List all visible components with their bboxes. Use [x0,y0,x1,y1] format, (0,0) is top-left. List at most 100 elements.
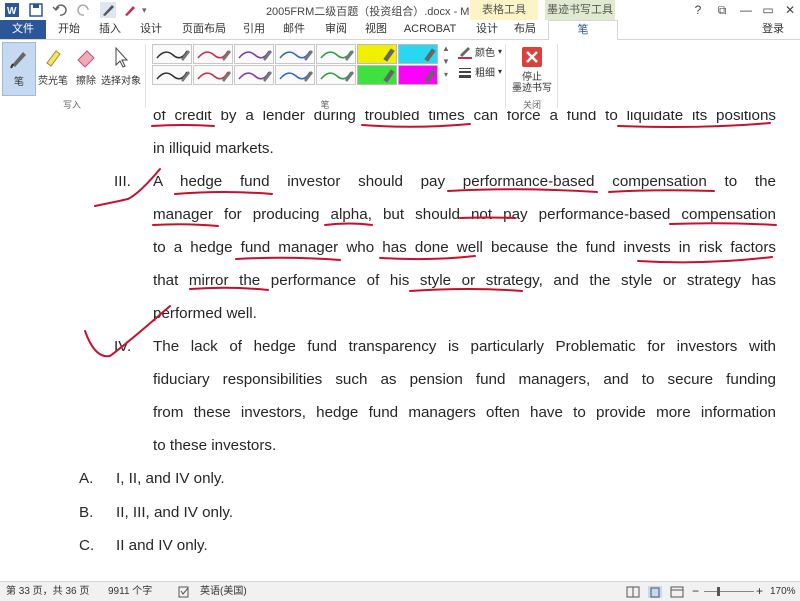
group-separator [557,44,558,108]
pen-stroke-icon [424,69,436,83]
web-layout-icon[interactable] [670,586,684,598]
option-b-letter: B. [79,504,94,521]
gallery-more-icon[interactable]: ▾ [444,70,448,79]
pen-stroke-icon [238,71,272,82]
tab-references[interactable]: 引用 [238,20,270,39]
pen-color-button[interactable]: 颜色 ▾ [458,44,502,59]
ink-underline [361,123,471,128]
status-bar: 第 33 页，共 36 页 9911 个字 英语(美国) − + 170% [0,581,800,601]
pen-style-swatch[interactable] [316,65,356,85]
zoom-slider-thumb[interactable] [717,587,720,596]
proofing-icon[interactable] [178,586,190,598]
ribbon-display-button[interactable]: ⧉ [710,2,734,18]
pen-style-swatch[interactable] [357,65,397,85]
eraser-button-label: 擦除 [76,76,96,87]
tab-table-layout[interactable]: 布局 [508,20,542,39]
highlighter-button-label: 荧光笔 [38,76,68,87]
pen-style-swatch[interactable] [275,65,315,85]
ink-underline [669,222,777,226]
gallery-scroll[interactable]: ▲ ▼ ▾ [442,44,450,79]
tab-view[interactable]: 视图 [360,20,392,39]
document-area[interactable]: of credit by a lender during troubled ti… [0,111,800,581]
pen-stroke-icon [320,50,354,61]
language-indicator[interactable]: 英语(美国) [200,582,247,601]
tab-review[interactable]: 审阅 [320,20,352,39]
pen-stroke-icon [320,71,354,82]
tab-pen[interactable]: 笔 [548,20,618,40]
ink-underline [379,255,476,261]
roman-numeral-iii: III. [114,173,131,190]
pen-style-swatch[interactable] [275,44,315,64]
ink-underline [151,124,215,127]
help-button[interactable]: ? [686,2,710,18]
weight-dropdown-icon: ▾ [498,67,503,76]
pen-style-swatch[interactable] [357,44,397,64]
sign-in-link[interactable]: 登录 [762,20,784,39]
maximize-button[interactable]: ▭ [756,2,780,18]
pen-icon [10,52,26,69]
page-count[interactable]: 第 33 页，共 36 页 [6,582,89,601]
select-objects-button[interactable]: 选择对象 [100,42,142,94]
tab-table-design[interactable]: 设计 [470,20,504,39]
zoom-out-icon[interactable]: − [692,582,699,601]
tab-acrobat[interactable]: ACROBAT [400,20,460,39]
pen-stroke-icon [197,50,231,61]
doc-line: from these investors, hedge fund manager… [153,404,776,421]
tab-page-layout[interactable]: 页面布局 [176,20,232,39]
ink-underline [152,223,219,227]
doc-line: in illiquid markets. [153,140,274,157]
tab-insert[interactable]: 插入 [94,20,126,39]
pen-weight-button[interactable]: 粗细 ▾ [458,64,502,79]
ribbon: 笔 荧光笔 擦除 选择对象 写入 ▲ ▼ ▾ 颜色 ▾ 粗细 ▾ 笔 停止 墨迹… [0,40,800,112]
ink-underline [174,191,273,195]
pen-style-swatch[interactable] [398,65,438,85]
highlighter-icon [46,50,61,67]
pen-style-swatch[interactable] [152,65,192,85]
pen-color-label: 颜色 [475,48,495,59]
pen-style-swatch[interactable] [234,65,274,85]
gallery-up-icon[interactable]: ▲ [442,44,450,53]
ink-underline [637,256,773,264]
stop-inking-button[interactable]: 停止 墨迹书写 [510,42,554,94]
pen-style-swatch[interactable] [398,44,438,64]
tab-design[interactable]: 设计 [135,20,167,39]
color-dropdown-icon: ▾ [498,47,503,56]
read-mode-icon[interactable] [626,586,640,598]
ink-underline [608,189,715,193]
zoom-slider[interactable] [704,591,754,592]
close-window-button[interactable]: ✕ [778,2,800,18]
pen-style-swatch[interactable] [193,44,233,64]
tab-home[interactable]: 开始 [53,20,85,39]
ink-underline [324,222,373,226]
window-title: 2005FRM二级百题（投资组合）.docx - Microsoft Word [265,6,535,18]
pen-stroke-icon [156,71,190,82]
tab-mailings[interactable]: 邮件 [278,20,310,39]
pen-style-swatch[interactable] [152,44,192,64]
doc-line: fiduciary responsibilities such as pensi… [153,371,776,388]
option-c-text: II and IV only. [116,537,208,554]
doc-line: A hedge fund investor should pay perform… [153,173,776,190]
doc-line: performed well. [153,305,257,322]
stop-inking-label: 停止 墨迹书写 [512,72,552,94]
eraser-button[interactable]: 擦除 [72,42,100,94]
doc-line: that mirror the performance of his style… [153,272,776,289]
option-b-text: II, III, and IV only. [116,504,234,521]
word-count[interactable]: 9911 个字 [108,582,152,601]
pen-button-label: 笔 [14,77,24,88]
roman-numeral-iv: IV. [114,338,132,355]
pen-style-swatch[interactable] [234,44,274,64]
minimize-button[interactable]: — [734,2,758,18]
pen-color-icon [458,46,472,59]
print-layout-icon[interactable] [648,586,662,598]
highlighter-button[interactable]: 荧光笔 [36,42,70,94]
tab-file[interactable]: 文件 [0,20,46,39]
pen-button[interactable]: 笔 [2,42,36,96]
zoom-level[interactable]: 170% [770,582,796,601]
pen-stroke-icon [424,48,436,62]
pen-style-swatch[interactable] [316,44,356,64]
zoom-in-icon[interactable]: + [756,582,763,601]
gallery-down-icon[interactable]: ▼ [442,57,450,66]
title-bar: W ▾ 2005FRM二级百题（投资组合）.docx - Microsoft W… [0,0,800,20]
pen-style-swatch[interactable] [193,65,233,85]
doc-line: of credit by a lender during troubled ti… [153,111,776,124]
